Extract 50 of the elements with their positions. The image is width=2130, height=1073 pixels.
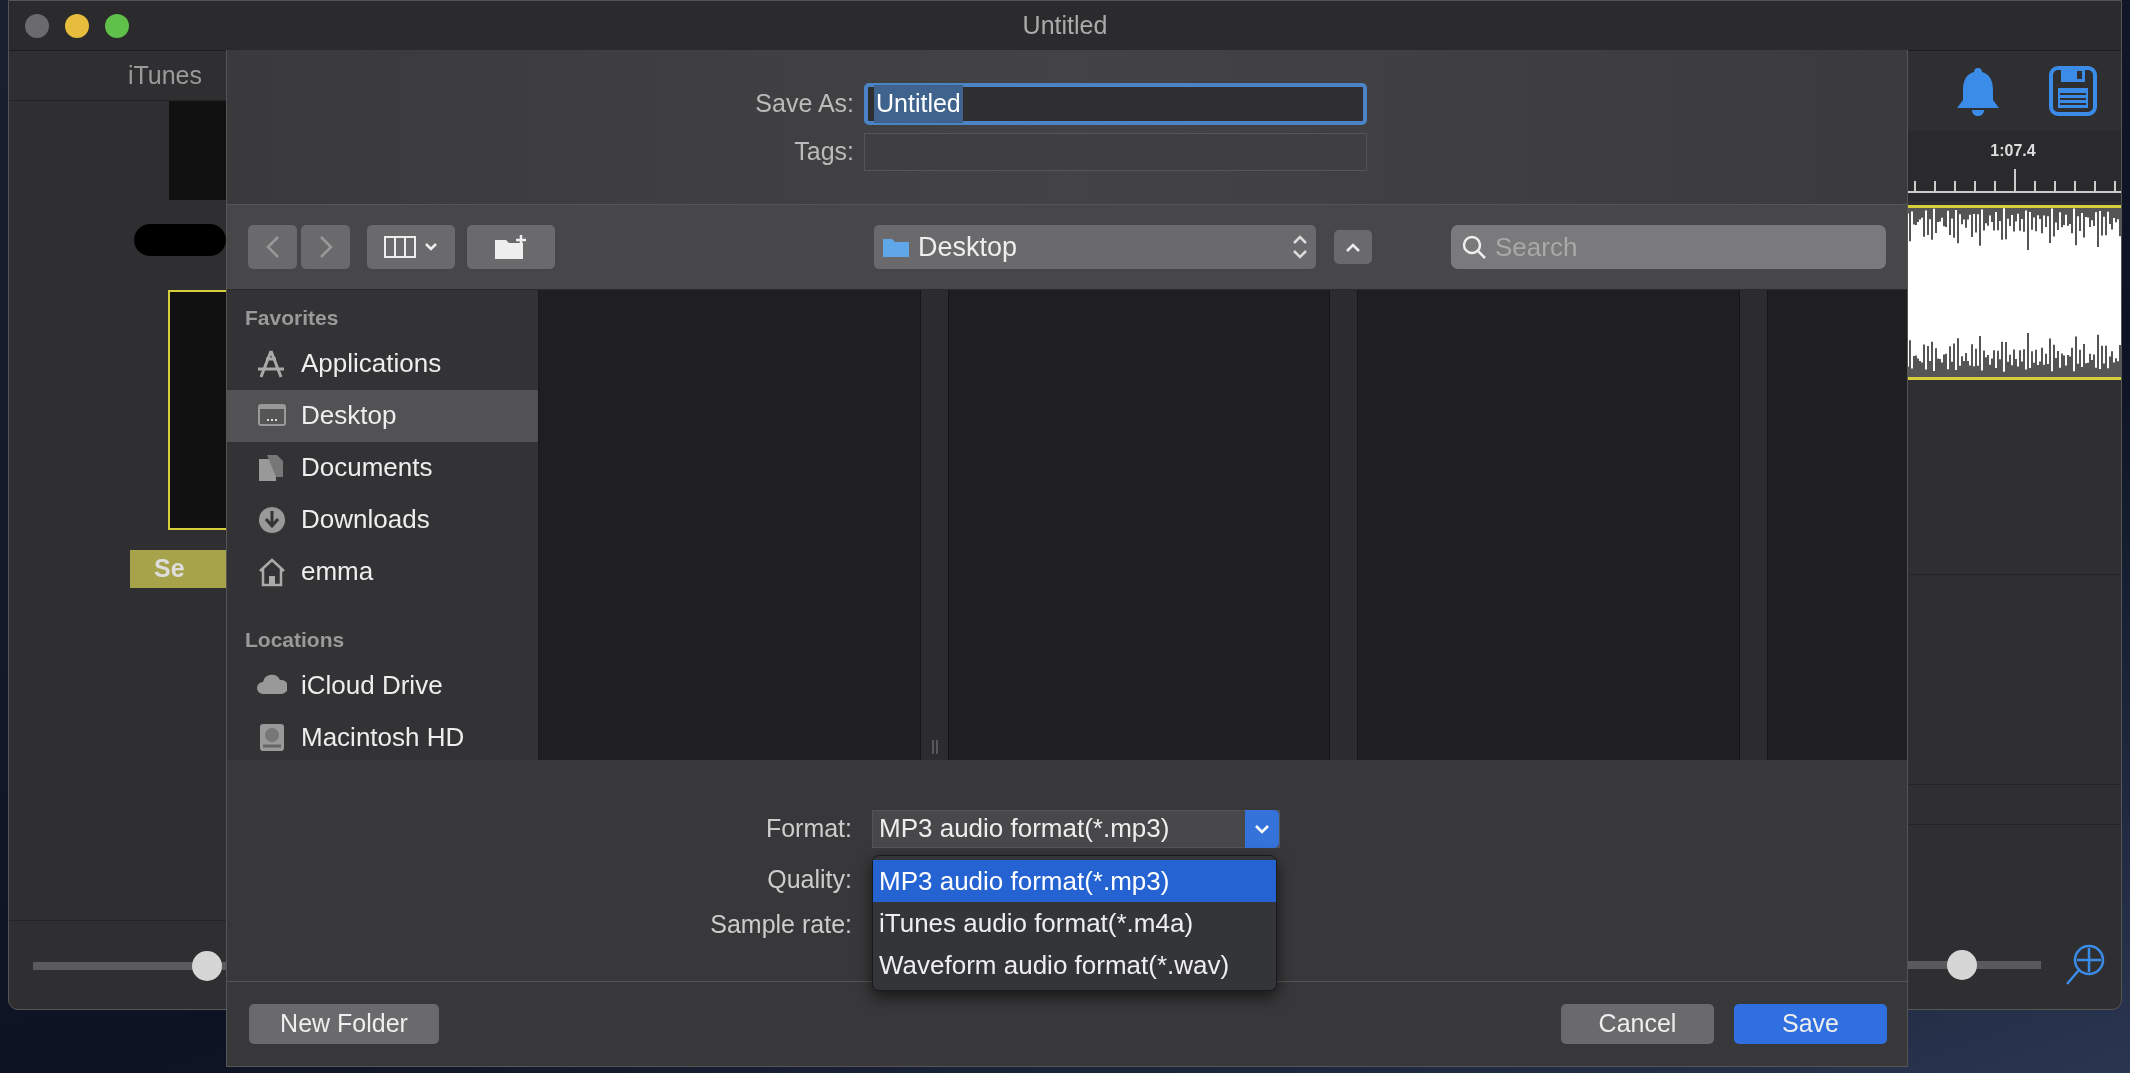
option-label: Sample rate: (709, 908, 853, 940)
up-down-arrows-icon (1292, 234, 1308, 260)
hard-drive-icon (257, 722, 287, 752)
sidebar-item[interactable]: Applications (227, 337, 538, 390)
sidebar-item[interactable]: Documents (227, 441, 538, 494)
folder-plus-icon (494, 234, 528, 260)
columns-icon (384, 236, 416, 258)
bell-icon[interactable] (1955, 66, 2001, 116)
option-label: Format: (764, 812, 853, 844)
sidebar-item[interactable]: iCloud Drive (227, 659, 538, 711)
folder-icon (882, 236, 910, 258)
minimize-button[interactable] (65, 13, 89, 38)
option-label: Quality: (766, 863, 853, 895)
panel-title: iTunes (127, 59, 202, 91)
slider-thumb[interactable] (191, 950, 222, 981)
sidebar-item[interactable]: Downloads (227, 493, 538, 546)
resize-handle-icon (930, 740, 939, 754)
close-button[interactable] (25, 13, 49, 38)
time-label: 1:07.4 (1990, 141, 2036, 161)
up-button[interactable] (1334, 230, 1372, 264)
zoom-in-icon[interactable] (2065, 944, 2105, 986)
format-popup[interactable]: MP3 audio format(*.mp3) (872, 809, 1280, 848)
chevron-up-icon (1345, 242, 1361, 252)
chevron-down-icon (1254, 823, 1270, 834)
window-title: Untitled (1022, 9, 1108, 41)
menu-item[interactable]: iTunes audio format(*.m4a) (873, 902, 1276, 944)
chevron-left-icon (265, 235, 280, 259)
sidebar-item[interactable]: Desktop (227, 389, 538, 442)
slider-thumb[interactable] (1947, 950, 1978, 980)
sidebar-item[interactable]: Macintosh HD (227, 711, 538, 763)
house-icon (257, 556, 287, 587)
new-folder-button[interactable]: New Folder (249, 1004, 439, 1044)
sidebar-item[interactable]: emma (227, 545, 538, 598)
location-popup[interactable]: Desktop (874, 225, 1316, 269)
menu-item[interactable]: MP3 audio format(*.mp3) (873, 860, 1276, 902)
field-label: Save As: (754, 88, 855, 120)
field-label: Tags: (793, 136, 855, 168)
menu-item[interactable]: Waveform audio format(*.wav) (873, 944, 1276, 986)
cancel-button[interactable]: Cancel (1561, 1004, 1714, 1044)
chevron-right-icon (318, 235, 333, 259)
caret-icon (424, 242, 438, 252)
zoom-button[interactable] (105, 13, 129, 38)
save-button[interactable]: Save (1734, 1004, 1887, 1044)
section-header: Locations (244, 626, 346, 653)
app-store-icon (257, 348, 287, 379)
download-icon (257, 504, 287, 535)
new-folder-button[interactable] (467, 225, 555, 269)
section-header: Favorites (244, 305, 340, 331)
view-button[interactable] (367, 225, 455, 269)
filename-field[interactable]: Untitled (864, 83, 1367, 125)
